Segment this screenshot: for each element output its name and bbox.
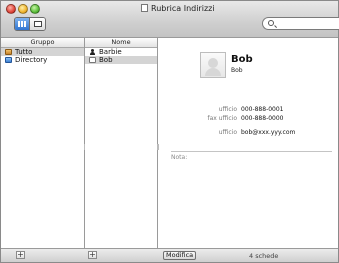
names-column: Nome Barbie Bob (85, 38, 159, 249)
card-icon (89, 57, 96, 63)
card-count: 4 schede (249, 252, 279, 260)
add-group-button[interactable]: + (16, 251, 25, 259)
card-and-columns-view-button[interactable] (15, 18, 30, 30)
group-item-directory[interactable]: Directory (1, 56, 84, 64)
field-value[interactable]: bob@xxx.yyy.com (241, 129, 295, 136)
card-detail-pane: Bob Bob ufficio 000-888-0001 fax ufficio… (159, 38, 338, 249)
person-silhouette-icon (205, 58, 221, 76)
phone-field: ufficio 000-888-0001 (159, 106, 338, 114)
card-view-icon (33, 21, 42, 27)
directory-icon (5, 57, 12, 63)
name-item-bob[interactable]: Bob (85, 56, 157, 64)
view-toggle (14, 17, 46, 31)
minimize-button[interactable] (18, 4, 28, 14)
name-item-label: Bob (99, 56, 113, 64)
close-button[interactable] (6, 4, 16, 14)
field-label[interactable]: fax ufficio (208, 115, 238, 122)
group-item-label: Directory (15, 56, 48, 64)
note-divider (171, 151, 332, 152)
contact-subname: Bob (231, 67, 243, 74)
bottom-bar: + + Modifica 4 schede (1, 248, 338, 262)
contact-name: Bob (231, 54, 253, 65)
name-item-label: Barbie (99, 48, 122, 56)
groups-column-header[interactable]: Gruppo (1, 38, 84, 48)
card-only-view-button[interactable] (30, 18, 45, 30)
window-title-text: Rubrica Indirizzi (151, 4, 215, 13)
edit-button[interactable]: Modifica (163, 251, 197, 260)
add-person-button[interactable]: + (88, 251, 97, 259)
field-value: 000-888-0000 (241, 115, 284, 122)
group-item-tutto[interactable]: Tutto (1, 48, 84, 56)
address-book-icon (5, 49, 12, 55)
group-item-label: Tutto (15, 48, 33, 56)
fax-field: fax ufficio 000-888-0000 (159, 115, 338, 123)
email-field: ufficio bob@xxx.yyy.com (159, 129, 338, 137)
groups-column: Gruppo Tutto Directory (1, 38, 86, 249)
address-book-title-icon (141, 4, 148, 12)
names-column-header[interactable]: Nome (85, 38, 157, 48)
search-field[interactable] (262, 17, 339, 30)
name-item-barbie[interactable]: Barbie (85, 48, 157, 56)
field-label[interactable]: ufficio (219, 106, 237, 113)
columns-view-icon (18, 21, 26, 27)
contact-photo[interactable] (200, 52, 226, 78)
zoom-button[interactable] (30, 4, 40, 14)
address-book-window: Rubrica Indirizzi Gruppo Tutto Directory… (0, 0, 339, 263)
window-title: Rubrica Indirizzi (141, 4, 215, 13)
person-icon (89, 49, 96, 55)
search-icon (268, 20, 274, 26)
note-label[interactable]: Nota: (171, 154, 187, 161)
field-label[interactable]: ufficio (219, 129, 237, 136)
title-bar[interactable]: Rubrica Indirizzi (1, 1, 339, 38)
field-value: 000-888-0001 (241, 106, 284, 113)
search-input[interactable] (277, 19, 337, 28)
